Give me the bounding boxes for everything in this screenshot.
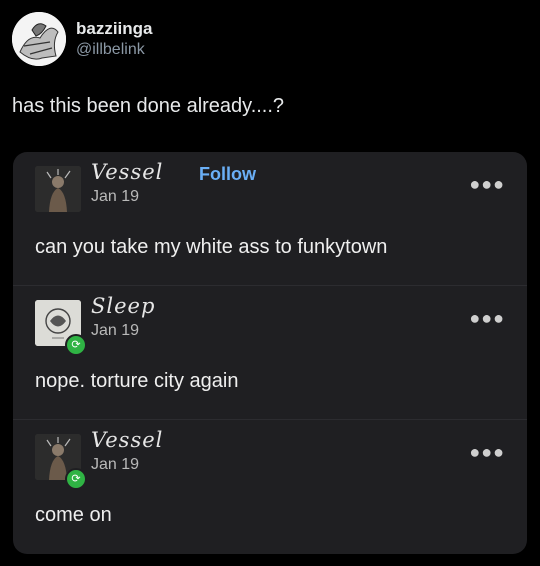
thread-post: ⟳ Sleep Jan 19 ●●● nope. torture city ag… bbox=[13, 286, 527, 420]
post-text: nope. torture city again bbox=[35, 370, 239, 392]
post-date: Jan 19 bbox=[91, 322, 140, 339]
profile-avatar[interactable] bbox=[12, 12, 66, 66]
tweet-header: bazziinga @illbelink bbox=[12, 12, 153, 66]
user-handle[interactable]: @illbelink bbox=[76, 39, 153, 60]
author-avatar[interactable] bbox=[35, 166, 81, 212]
thread-post: Vessel Follow Jan 19 ●●● can you take my… bbox=[13, 152, 527, 286]
ellipsis-icon[interactable]: ●●● bbox=[469, 442, 505, 463]
tweet-text: has this been done already....? bbox=[12, 95, 285, 117]
display-name[interactable]: bazziinga bbox=[76, 18, 153, 39]
follow-button[interactable]: Follow bbox=[199, 164, 256, 185]
ellipsis-icon[interactable]: ●●● bbox=[469, 174, 505, 195]
post-text: come on bbox=[35, 504, 112, 526]
post-author[interactable]: Vessel bbox=[91, 160, 163, 184]
post-date: Jan 19 bbox=[91, 456, 140, 473]
reblog-icon: ⟳ bbox=[65, 334, 87, 356]
post-author[interactable]: Sleep bbox=[91, 294, 155, 318]
reblog-icon: ⟳ bbox=[65, 468, 87, 490]
post-author[interactable]: Vessel bbox=[91, 428, 163, 452]
post-date: Jan 19 bbox=[91, 188, 140, 205]
thread-post: ⟳ Vessel Jan 19 ●●● come on bbox=[13, 420, 527, 553]
post-text: can you take my white ass to funkytown bbox=[35, 236, 388, 258]
ellipsis-icon[interactable]: ●●● bbox=[469, 308, 505, 329]
embedded-post-thread: Vessel Follow Jan 19 ●●● can you take my… bbox=[13, 152, 527, 554]
